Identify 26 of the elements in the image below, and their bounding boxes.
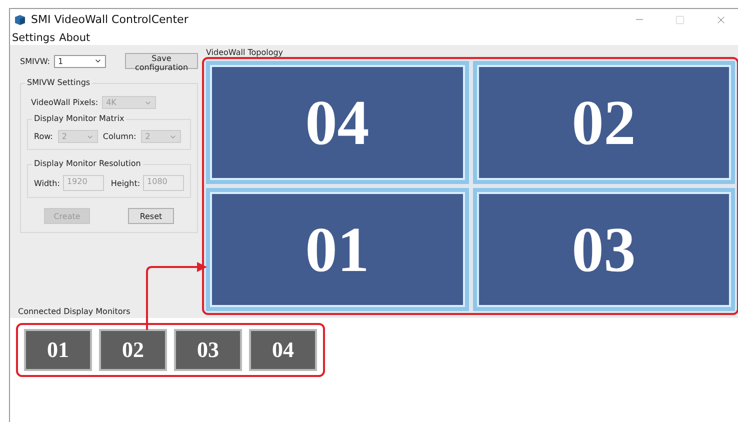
width-label: Width:: [34, 178, 60, 188]
pixels-label: VideoWall Pixels:: [31, 98, 98, 107]
group-title: Display Monitor Resolution: [32, 159, 143, 168]
row-label: Row:: [34, 132, 53, 141]
section-title: VideoWall Topology: [206, 49, 284, 57]
height-label: Height:: [110, 178, 140, 188]
monitor-tile[interactable]: 02: [472, 61, 735, 184]
monitor-tile[interactable]: 03: [472, 188, 735, 311]
monitor-tile[interactable]: 04: [249, 329, 317, 371]
monitor-tile[interactable]: 02: [99, 329, 167, 371]
monitor-tile[interactable]: 04: [206, 61, 468, 184]
column-label: Column:: [102, 132, 136, 141]
group-title: SMIVW Settings: [25, 78, 92, 87]
app-icon: [14, 14, 26, 26]
section-title: Connected Display Monitors: [18, 307, 132, 316]
reset-button[interactable]: Reset: [128, 208, 174, 224]
menu-item[interactable]: Settings: [12, 32, 56, 44]
smivw-dropdown[interactable]: 1: [54, 54, 106, 68]
monitor-tile[interactable]: 01: [24, 329, 92, 371]
group-title: Display Monitor Matrix: [32, 114, 126, 123]
smivw-label: SMIVW:: [20, 56, 50, 66]
menu-item[interactable]: About: [59, 32, 90, 44]
monitor-tile[interactable]: 01: [206, 188, 468, 311]
chevron-icon: [94, 57, 102, 65]
monitor-tile[interactable]: 03: [174, 329, 242, 371]
window-title: SMI VideoWall ControlCenter: [31, 13, 190, 26]
